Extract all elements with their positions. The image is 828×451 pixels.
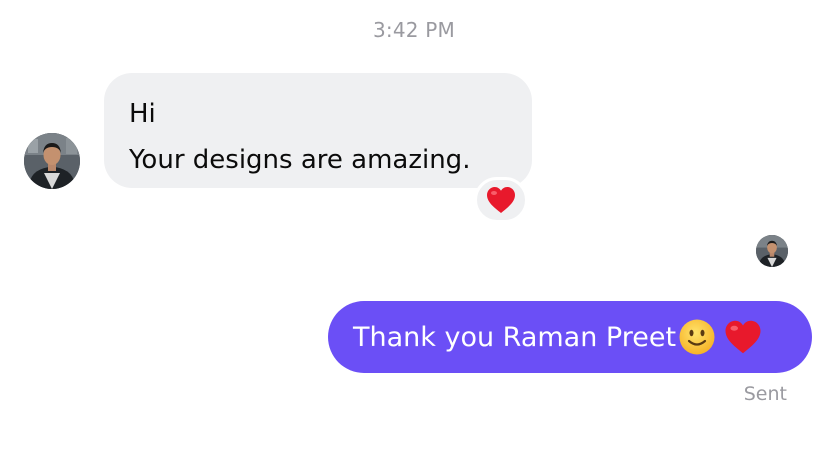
incoming-message-line-1: Hi: [129, 99, 156, 129]
avatar-photo-icon: [24, 133, 80, 189]
seen-indicator-avatar: [756, 235, 788, 267]
message-reaction[interactable]: [474, 177, 528, 223]
outgoing-message-text: Thank you Raman Preet: [353, 321, 677, 353]
message-timestamp: 3:42 PM: [373, 18, 455, 42]
red-heart-icon: [725, 320, 761, 354]
incoming-message-line-2: Your designs are amazing.: [129, 145, 471, 175]
outgoing-message-bubble[interactable]: Thank you Raman Preet: [328, 301, 812, 373]
slightly-smiling-face-icon: [679, 319, 715, 355]
red-heart-icon: [487, 187, 515, 213]
contact-avatar[interactable]: [24, 133, 80, 189]
message-status: Sent: [743, 383, 787, 405]
avatar-photo-icon: [756, 235, 788, 267]
incoming-message-bubble[interactable]: Hi Your designs are amazing.: [104, 73, 532, 188]
